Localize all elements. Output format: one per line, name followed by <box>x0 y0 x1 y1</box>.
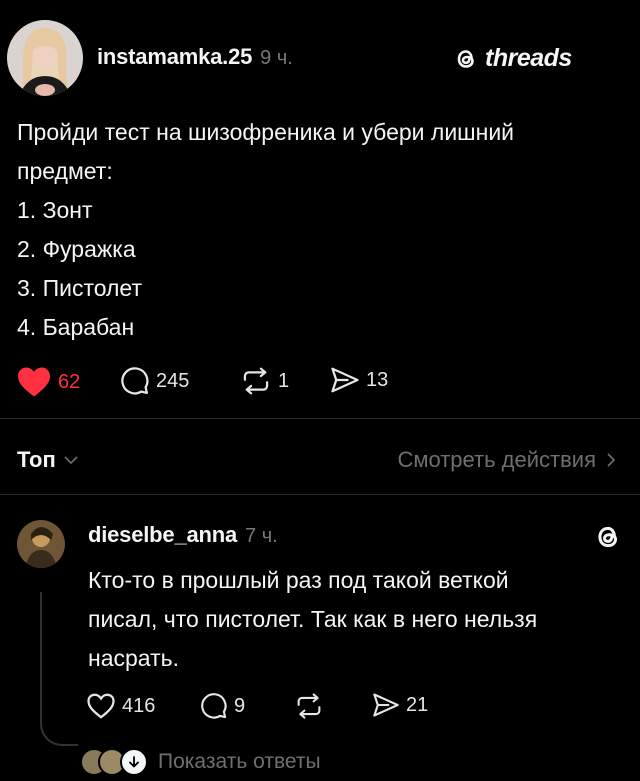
post-body: Пройди тест на шизофреника и убери лишни… <box>17 113 627 347</box>
reply-share-button[interactable]: 21 <box>372 692 428 718</box>
reply-like-count: 416 <box>122 694 156 717</box>
repost-icon <box>243 367 269 395</box>
threads-logo-icon <box>457 49 474 68</box>
reply-comment-button[interactable]: 9 <box>200 692 245 720</box>
arrow-down-icon <box>129 756 139 768</box>
divider <box>0 418 640 419</box>
reply-author-username[interactable]: dieselbe_anna <box>88 522 237 548</box>
like-count: 62 <box>58 370 81 393</box>
reply-body: Кто-то в прошлый раз под такой веткой пи… <box>88 561 628 678</box>
show-replies-button[interactable]: Показать ответы <box>80 748 321 776</box>
post-author-avatar[interactable] <box>7 20 83 96</box>
like-button[interactable]: 62 <box>16 366 80 398</box>
threads-brand: threads <box>453 44 572 73</box>
chevron-right-icon <box>607 453 616 467</box>
repost-icon <box>297 693 321 719</box>
share-button[interactable]: 13 <box>330 366 388 394</box>
comment-button[interactable]: 245 <box>120 366 189 396</box>
share-count: 13 <box>366 368 389 391</box>
view-activity-link[interactable]: Смотреть действия <box>397 447 616 473</box>
reply-text-line: Кто-то в прошлый раз под такой веткой <box>88 567 509 593</box>
post-text-line: Пройди тест на шизофреника и убери лишни… <box>17 119 515 145</box>
avatar-photo <box>17 520 65 568</box>
share-icon <box>373 693 399 717</box>
replier-avatars <box>80 748 148 776</box>
post-time: 9 ч. <box>260 47 293 69</box>
reply-repost-button[interactable] <box>294 692 324 720</box>
threads-brand-label: threads <box>485 44 572 72</box>
post-list-item: 3. Пистолет <box>17 275 142 301</box>
reply-like-button[interactable]: 416 <box>86 692 155 720</box>
reply-share-count: 21 <box>406 693 429 716</box>
share-icon <box>331 367 359 393</box>
repost-button[interactable]: 1 <box>240 366 289 396</box>
post-list-item: 2. Фуражка <box>17 236 136 262</box>
divider <box>0 494 640 495</box>
post-list-item: 1. Зонт <box>17 197 93 223</box>
post-author-username[interactable]: instamamka.25 <box>97 44 252 70</box>
comment-count: 245 <box>156 369 190 392</box>
comment-icon <box>201 693 227 719</box>
heart-icon <box>87 693 115 719</box>
reply-author-avatar[interactable] <box>17 520 65 568</box>
sort-label: Топ <box>17 447 56 472</box>
reply-time: 7 ч. <box>245 525 278 547</box>
post-text-line: предмет: <box>17 158 113 184</box>
sort-dropdown[interactable]: Топ <box>17 447 78 473</box>
repost-count: 1 <box>278 369 290 392</box>
reply-comment-count: 9 <box>234 694 246 717</box>
threads-logo-icon <box>598 526 618 548</box>
reply-text-line: писал, что пистолет. Так как в него нель… <box>88 606 538 632</box>
chevron-down-icon <box>64 456 78 465</box>
post-list-item: 4. Барабан <box>17 314 135 340</box>
heart-icon <box>18 367 50 397</box>
avatar-photo <box>7 20 83 96</box>
thread-connector <box>40 592 78 746</box>
comment-icon <box>121 367 149 395</box>
view-activity-label: Смотреть действия <box>397 447 596 472</box>
reply-text-line: насрать. <box>88 645 179 671</box>
show-replies-label: Показать ответы <box>158 750 321 773</box>
expand-replies-icon <box>120 748 148 776</box>
